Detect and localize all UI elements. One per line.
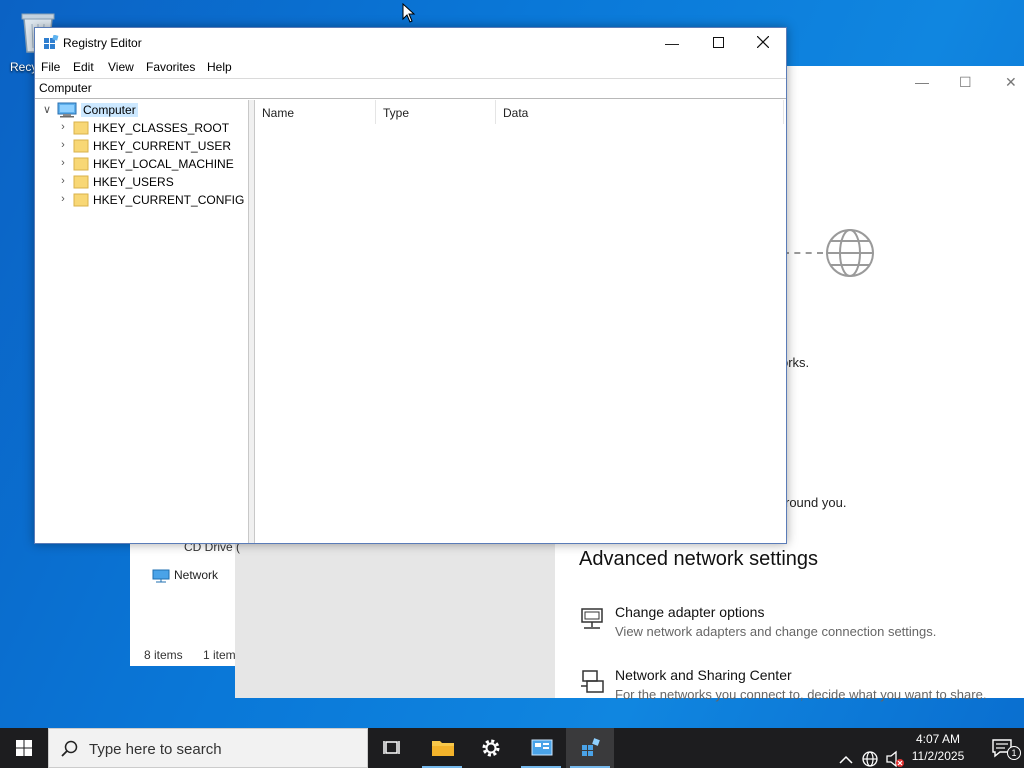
settings-taskbar-button[interactable]	[467, 728, 515, 768]
sharing-center-icon	[581, 670, 604, 693]
taskbar: Type here to search 4:07 AM 11/2/2025 1	[0, 728, 1024, 768]
change-adapter-options-title: Change adapter options	[615, 604, 765, 620]
column-header-type[interactable]: Type	[376, 100, 496, 124]
tree-node-hku[interactable]: › HKEY_USERS	[57, 173, 247, 191]
menu-help[interactable]: Help	[207, 60, 232, 74]
search-placeholder: Type here to search	[89, 741, 222, 758]
title-bar[interactable]: Registry Editor —	[35, 28, 786, 58]
menu-edit[interactable]: Edit	[73, 60, 94, 74]
folder-icon	[73, 175, 89, 189]
tree-node-hklm[interactable]: › HKEY_LOCAL_MACHINE	[57, 155, 247, 173]
network-sharing-center-desc: For the networks you connect to, decide …	[615, 687, 987, 702]
network-label: Network	[174, 568, 219, 582]
clock-date: 11/2/2025	[911, 749, 965, 763]
control-panel-taskbar-button[interactable]	[517, 728, 565, 768]
desktop: Recy — ☐ ✕ orks. round you. Advanced net…	[0, 0, 1024, 728]
selected-count: 1 item	[203, 648, 236, 662]
file-explorer-taskbar-button[interactable]	[418, 728, 466, 768]
folder-icon	[73, 157, 89, 171]
menu-favorites[interactable]: Favorites	[146, 60, 195, 74]
notification-badge: 1	[1007, 746, 1021, 760]
expand-chevron-icon[interactable]: ›	[57, 157, 69, 169]
menu-view[interactable]: View	[108, 60, 134, 74]
menu-file[interactable]: File	[41, 60, 60, 74]
registry-editor-taskbar-button[interactable]	[566, 728, 614, 768]
expand-chevron-icon[interactable]: ›	[57, 121, 69, 133]
system-clock[interactable]: 4:07 AM 11/2/2025	[903, 731, 973, 765]
network-sharing-center-link[interactable]: Network and Sharing Center For the netwo…	[579, 667, 1019, 707]
settings-maximize-button[interactable]: ☐	[959, 74, 972, 91]
background-window-panel	[235, 540, 555, 698]
minimize-button[interactable]: —	[649, 28, 695, 58]
column-header-data-label: Data	[503, 106, 529, 120]
expand-chevron-icon[interactable]: ›	[57, 193, 69, 205]
network-nav-item[interactable]: Network	[152, 568, 232, 586]
task-view-icon	[383, 741, 400, 754]
search-icon	[61, 740, 78, 757]
collapse-chevron-icon[interactable]: ∨	[41, 103, 53, 116]
connection-dashed-line	[783, 252, 823, 254]
column-header-data[interactable]: Data	[496, 100, 784, 124]
gear-icon	[482, 739, 500, 757]
column-header-type-label: Type	[383, 106, 410, 120]
column-header-name[interactable]: Name	[255, 100, 376, 124]
control-panel-icon	[531, 739, 553, 756]
tree-label-hkcc: HKEY_CURRENT_CONFIG	[93, 193, 245, 207]
folder-icon	[73, 193, 89, 207]
values-list-pane[interactable]: Name Type Data	[255, 100, 786, 543]
maximize-button[interactable]	[695, 28, 741, 58]
folder-icon	[432, 741, 454, 756]
computer-icon	[57, 102, 77, 118]
expand-chevron-icon[interactable]: ›	[57, 139, 69, 151]
tree-label-hku: HKEY_USERS	[93, 175, 174, 189]
tree-label-hklm: HKEY_LOCAL_MACHINE	[93, 157, 234, 171]
tree-label-hkcu: HKEY_CURRENT_USER	[93, 139, 232, 153]
address-bar	[35, 78, 786, 99]
tree-node-hkcc[interactable]: › HKEY_CURRENT_CONFIG	[57, 191, 247, 209]
action-center-button[interactable]: 1	[980, 728, 1024, 768]
tree-node-hkcr[interactable]: › HKEY_CLASSES_ROOT	[57, 119, 247, 137]
settings-close-button[interactable]: ✕	[1005, 74, 1017, 91]
window-title: Registry Editor	[63, 36, 142, 50]
folder-icon	[73, 121, 89, 135]
registry-editor-window: Registry Editor — File Edit View Favorit…	[34, 27, 787, 544]
expand-chevron-icon[interactable]: ›	[57, 175, 69, 187]
settings-text-fragment-around: round you.	[785, 495, 847, 510]
start-button[interactable]	[0, 728, 48, 768]
folder-icon	[73, 139, 89, 153]
change-adapter-options-desc: View network adapters and change connect…	[615, 624, 937, 639]
file-explorer-window: CD Drive ( Network 8 items 1 item	[130, 540, 240, 666]
task-view-button[interactable]	[368, 728, 416, 768]
items-count: 8 items	[144, 648, 183, 662]
network-globe-icon[interactable]	[861, 739, 879, 768]
tree-node-computer[interactable]: ∨ Computer	[41, 101, 241, 119]
settings-minimize-button[interactable]: —	[915, 74, 929, 90]
registry-editor-icon	[582, 738, 600, 756]
tree-label-computer: Computer	[81, 103, 138, 117]
network-icon	[152, 569, 170, 583]
network-adapter-icon	[581, 608, 603, 629]
close-button[interactable]	[740, 28, 786, 58]
registry-editor-icon	[44, 35, 59, 49]
change-adapter-options-link[interactable]: Change adapter options View network adap…	[579, 604, 1019, 644]
taskbar-search-box[interactable]: Type here to search	[48, 728, 368, 768]
column-header-name-label: Name	[262, 106, 295, 120]
chevron-up-icon[interactable]	[838, 740, 854, 768]
network-sharing-center-title: Network and Sharing Center	[615, 667, 792, 683]
volume-muted-icon[interactable]	[885, 739, 905, 768]
maximize-icon	[712, 37, 724, 48]
advanced-network-settings-heading: Advanced network settings	[579, 548, 819, 570]
address-input[interactable]	[39, 81, 739, 95]
tree-label-hkcr: HKEY_CLASSES_ROOT	[93, 121, 230, 135]
clock-time: 4:07 AM	[915, 732, 961, 746]
windows-logo-icon	[16, 740, 32, 756]
mouse-cursor-icon	[402, 3, 416, 23]
menu-bar: File Edit View Favorites Help	[35, 58, 786, 78]
globe-icon	[826, 229, 874, 277]
key-tree-pane: ∨ Computer › HKEY_CLASSES_ROOT › HKEY_CU…	[35, 100, 249, 543]
tree-node-hkcu[interactable]: › HKEY_CURRENT_USER	[57, 137, 247, 155]
close-icon	[756, 35, 770, 49]
